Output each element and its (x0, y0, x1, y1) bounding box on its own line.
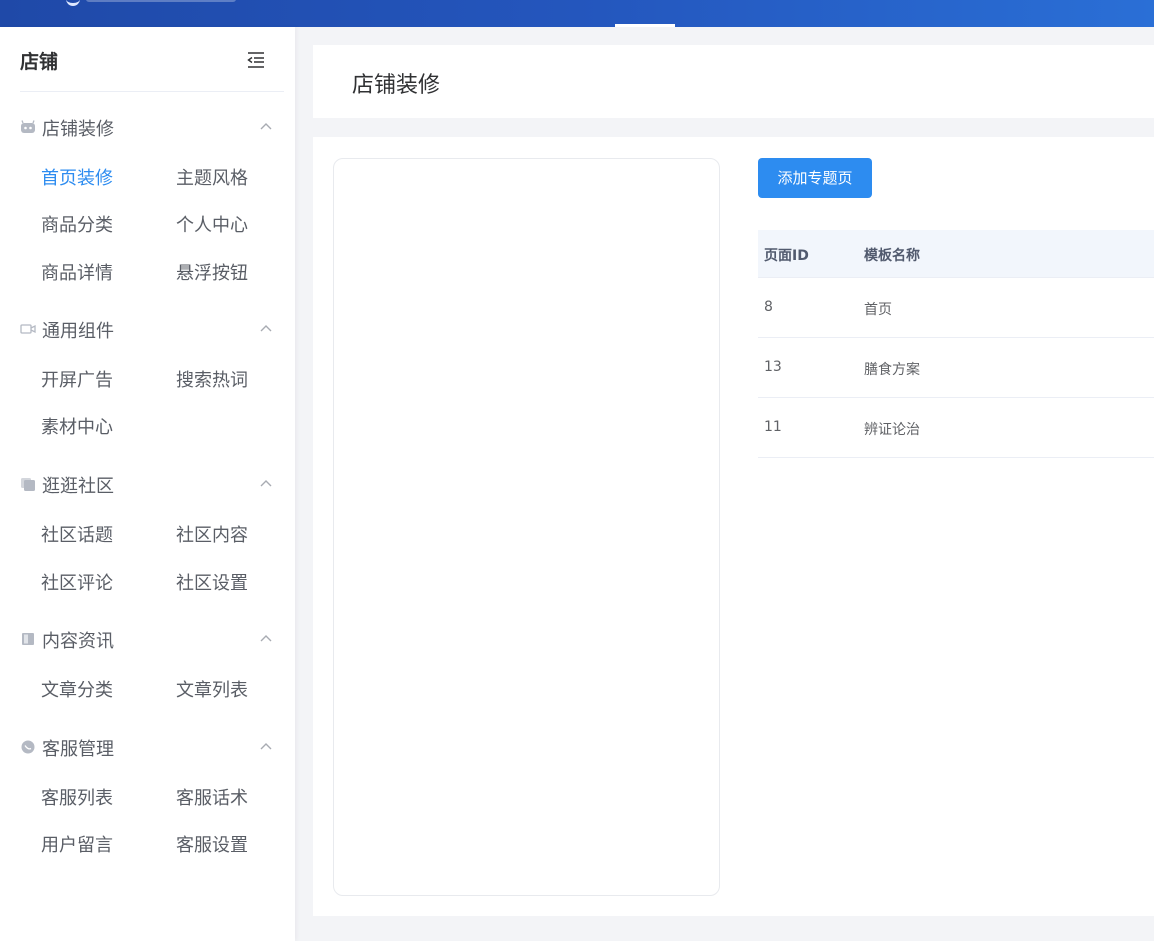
logo (66, 0, 236, 6)
menu-group-components: 通用组件 开屏广告 搜索热词 素材中心 (20, 317, 280, 438)
menu-item-personal-center[interactable]: 个人中心 (176, 211, 248, 237)
video-icon (20, 324, 36, 334)
menu-group-header[interactable]: 通用组件 (20, 317, 280, 342)
menu-item-splash-ad[interactable]: 开屏广告 (41, 366, 113, 392)
phone-preview (333, 158, 720, 896)
menu-group-header[interactable]: 店铺装修 (20, 115, 280, 140)
menu-item-service-scripts[interactable]: 客服话术 (176, 784, 248, 810)
column-header-template-name: 模板名称 (864, 248, 920, 264)
pages-table: 页面ID 模板名称 8 首页 13 膳食方案 11 辨证论治 (758, 230, 1154, 458)
chevron-up-icon[interactable] (260, 479, 272, 487)
menu-group-label: 客服管理 (42, 739, 114, 760)
chevron-up-icon[interactable] (260, 634, 272, 642)
cell-page-id: 8 (764, 299, 773, 315)
menu-item-material-center[interactable]: 素材中心 (41, 413, 113, 439)
nav-active-indicator (615, 24, 675, 27)
table-row[interactable]: 13 膳食方案 (758, 338, 1154, 398)
menu-group-label: 逛逛社区 (42, 476, 114, 497)
menu-item-community-topic[interactable]: 社区话题 (41, 521, 113, 547)
sidebar-header: 店铺 (20, 47, 284, 92)
menu-item-theme-style[interactable]: 主题风格 (176, 164, 248, 190)
menu-group-customer-service: 客服管理 客服列表 客服话术 用户留言 客服设置 (20, 735, 280, 856)
main-panel: 添加专题页 页面ID 模板名称 8 首页 13 膳食方案 11 辨证论治 (313, 137, 1154, 916)
menu-group-news: 内容资讯 文章分类 文章列表 (20, 627, 280, 701)
chevron-up-icon[interactable] (260, 742, 272, 750)
menu-item-service-settings[interactable]: 客服设置 (176, 831, 248, 857)
table-row[interactable]: 8 首页 (758, 278, 1154, 338)
menu-collapse-icon[interactable] (246, 51, 266, 69)
menu-item-article-list[interactable]: 文章列表 (176, 676, 248, 702)
menu-group-decoration: 店铺装修 首页装修 主题风格 商品分类 个人中心 商品详情 悬浮按钮 (20, 115, 280, 284)
table-row[interactable]: 11 辨证论治 (758, 398, 1154, 458)
menu-item-community-content[interactable]: 社区内容 (176, 521, 248, 547)
menu-item-community-comment[interactable]: 社区评论 (41, 569, 113, 595)
page-title: 店铺装修 (352, 73, 441, 98)
sidebar: 店铺 店铺装修 首页装修 主题风格 商品分类 个人中心 商品详情 悬浮按钮 通用… (0, 27, 295, 941)
menu-item-community-settings[interactable]: 社区设置 (176, 569, 248, 595)
cell-template-name: 膳食方案 (864, 362, 920, 378)
menu-group-label: 店铺装修 (42, 119, 114, 140)
cell-page-id: 13 (764, 359, 782, 375)
top-header (0, 0, 1154, 27)
page-header: 店铺装修 (313, 45, 1154, 118)
menu-group-header[interactable]: 内容资讯 (20, 627, 280, 652)
menu-item-hot-search[interactable]: 搜索热词 (176, 366, 248, 392)
menu-item-product-detail[interactable]: 商品详情 (41, 259, 113, 285)
copy-icon (21, 478, 35, 491)
menu-item-article-category[interactable]: 文章分类 (41, 676, 113, 702)
add-topic-page-button[interactable]: 添加专题页 (758, 158, 872, 198)
book-icon (22, 633, 34, 645)
menu-item-user-messages[interactable]: 用户留言 (41, 831, 113, 857)
chat-icon (21, 740, 35, 754)
menu-item-product-category[interactable]: 商品分类 (41, 211, 113, 237)
cell-template-name: 辨证论治 (864, 422, 920, 438)
chevron-up-icon[interactable] (260, 122, 272, 130)
bot-icon (21, 120, 35, 133)
cell-page-id: 11 (764, 419, 782, 435)
menu-group-label: 通用组件 (42, 321, 114, 342)
menu-group-community: 逛逛社区 社区话题 社区内容 社区评论 社区设置 (20, 472, 280, 594)
sidebar-title: 店铺 (20, 51, 59, 73)
chevron-up-icon[interactable] (260, 324, 272, 332)
menu-group-header[interactable]: 逛逛社区 (20, 472, 280, 497)
table-header: 页面ID 模板名称 (758, 230, 1154, 278)
cell-template-name: 首页 (864, 302, 892, 318)
menu-item-service-list[interactable]: 客服列表 (41, 784, 113, 810)
menu-group-header[interactable]: 客服管理 (20, 735, 280, 760)
column-header-page-id: 页面ID (764, 248, 809, 264)
menu-item-floating-button[interactable]: 悬浮按钮 (176, 259, 248, 285)
menu-item-home-decoration[interactable]: 首页装修 (41, 164, 113, 190)
menu-group-label: 内容资讯 (42, 631, 114, 652)
